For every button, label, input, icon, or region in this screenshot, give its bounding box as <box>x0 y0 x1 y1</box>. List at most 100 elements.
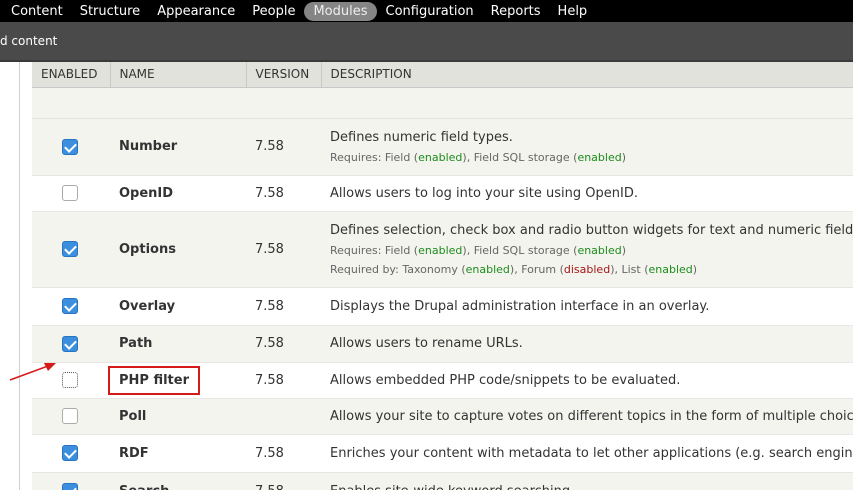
column-header-version[interactable]: VERSION <box>246 62 322 88</box>
module-version: 7.58 <box>246 434 321 473</box>
dependency-status: enabled <box>465 262 510 276</box>
highlighted-module-name: PHP filter <box>108 365 200 395</box>
annotation-arrow-icon <box>9 363 56 381</box>
modules-table: ENABLED NAME VERSION DESCRIPTION Number 7… <box>32 62 853 490</box>
menu-item-structure[interactable]: Structure <box>72 2 148 21</box>
name-cell: Overlay <box>110 287 246 326</box>
table-header-row: ENABLED NAME VERSION DESCRIPTION <box>32 62 853 88</box>
module-version: 7.58 <box>246 472 321 490</box>
column-header-description[interactable]: DESCRIPTION <box>321 62 853 88</box>
module-version: 7.58 <box>246 362 321 399</box>
modules-table-wrapper: ENABLED NAME VERSION DESCRIPTION Number 7… <box>32 62 853 490</box>
menu-item-appearance[interactable]: Appearance <box>149 2 243 21</box>
enable-checkbox-number[interactable] <box>62 138 78 155</box>
dependency-status: disabled <box>563 262 611 276</box>
dependency-name: Field <box>384 150 411 164</box>
name-cell: Poll <box>110 398 246 435</box>
dependency-status: enabled <box>648 262 693 276</box>
enable-checkbox-php-filter[interactable] <box>62 372 78 388</box>
shortcut-bar: d content <box>0 22 853 62</box>
description-cell: Displays the Drupal administration inter… <box>321 287 853 326</box>
name-cell: Path <box>110 325 246 363</box>
requires-line-label: Requires: <box>330 150 385 164</box>
menu-item-reports[interactable]: Reports <box>483 2 549 21</box>
module-version: 7.58 <box>246 118 321 176</box>
menu-item-configuration[interactable]: Configuration <box>378 2 482 21</box>
description-cell: Allows embedded PHP code/snippets to be … <box>321 362 853 399</box>
required-by-line: Required by: Taxonomy (enabled), Forum (… <box>330 262 698 276</box>
module-version: 7.58 <box>246 325 321 363</box>
module-name: RDF <box>119 445 149 461</box>
module-version: 7.58 <box>246 175 321 212</box>
requires-line: Requires: Field (enabled), Field SQL sto… <box>330 243 627 257</box>
module-row-path: Path 7.58 Allows users to rename URLs. <box>32 325 853 363</box>
description-cell: Allows your site to capture votes on dif… <box>321 398 853 435</box>
enable-checkbox-overlay[interactable] <box>62 298 78 314</box>
module-row-search: Search 7.58 Enables site-wide keyword sear… <box>32 472 853 490</box>
module-description: Allows users to log into your site using… <box>330 185 638 201</box>
module-description: Allows users to rename URLs. <box>330 336 523 351</box>
module-name: Path <box>119 336 153 351</box>
enabled-cell <box>32 118 110 176</box>
module-description: Allows embedded PHP code/snippets to be … <box>330 372 681 388</box>
dependency-name: Field SQL storage <box>473 243 570 257</box>
table-spacer-row <box>32 87 853 119</box>
module-name: OpenID <box>119 185 174 201</box>
module-row-rdf: RDF 7.58 Enriches your content with metada… <box>32 434 853 473</box>
module-name: Overlay <box>119 298 176 314</box>
requires-line: Requires: Field (enabled), Field SQL sto… <box>330 150 627 164</box>
module-name: Poll <box>119 408 147 424</box>
enable-checkbox-poll[interactable] <box>62 408 78 424</box>
module-description: Defines selection, check box and radio b… <box>330 222 853 238</box>
description-cell: Defines selection, check box and radio b… <box>321 211 853 288</box>
module-row-php-filter: PHP filter 7.58 Allows embedded PHP code/s… <box>32 362 853 399</box>
enable-checkbox-openid[interactable] <box>62 185 78 201</box>
shortcut-add-content[interactable]: d content <box>0 34 57 48</box>
enable-checkbox-options[interactable] <box>62 241 78 257</box>
dependency-name: List <box>621 262 641 276</box>
column-header-enabled[interactable]: ENABLED <box>32 62 111 88</box>
module-row-openid: OpenID 7.58 Allows users to log into your … <box>32 175 853 212</box>
description-cell: Defines numeric field types. Requires: Fi… <box>321 118 853 176</box>
admin-toolbar: Content Structure Appearance People Modules C… <box>0 0 853 22</box>
description-cell: Enriches your content with metadata to l… <box>321 434 853 473</box>
dependency-name: Field SQL storage <box>473 150 570 164</box>
name-cell: OpenID <box>110 175 246 212</box>
name-cell: Search <box>110 472 246 490</box>
module-row-poll: Poll Allows your site to capture votes on… <box>32 398 853 435</box>
enabled-cell <box>32 472 110 490</box>
description-cell: Allows users to log into your site using… <box>321 175 853 212</box>
name-cell: PHP filter <box>108 362 246 399</box>
enabled-cell <box>32 434 110 473</box>
module-description: Allows your site to capture votes on dif… <box>330 408 853 424</box>
menu-item-modules[interactable]: Modules <box>304 1 377 21</box>
module-name: Search <box>119 484 169 490</box>
enable-checkbox-path[interactable] <box>62 335 78 352</box>
module-description: Defines numeric field types. <box>330 129 513 145</box>
menu-item-help[interactable]: Help <box>550 2 596 21</box>
description-cell: Enables site-wide keyword searching. <box>321 472 853 490</box>
module-version: 7.58 <box>246 211 321 288</box>
dependency-status: enabled <box>418 243 463 257</box>
module-row-overlay: Overlay 7.58 Displays the Drupal administr… <box>32 287 853 326</box>
column-header-name[interactable]: NAME <box>110 62 247 88</box>
description-cell: Allows users to rename URLs. <box>321 325 853 363</box>
menu-item-content[interactable]: Content <box>3 2 71 21</box>
enable-checkbox-rdf[interactable] <box>62 445 78 461</box>
admin-menu: Content Structure Appearance People Modules C… <box>0 0 853 22</box>
enabled-cell <box>32 175 110 212</box>
left-gutter <box>0 62 20 490</box>
menu-item-people[interactable]: People <box>244 2 303 21</box>
module-row-options: Options 7.58 Defines selection, check box … <box>32 211 853 288</box>
dependency-status: enabled <box>577 243 622 257</box>
required-by-line-label: Required by: <box>330 262 403 276</box>
dependency-name: Taxonomy <box>402 262 458 276</box>
enable-checkbox-search[interactable] <box>62 483 78 490</box>
module-description: Enriches your content with metadata to l… <box>330 445 853 461</box>
dependency-name: Forum <box>521 262 557 276</box>
module-name: Options <box>119 241 176 257</box>
name-cell: RDF <box>110 434 246 473</box>
dependency-status: enabled <box>418 150 463 164</box>
module-description: Displays the Drupal administration inter… <box>330 298 710 314</box>
module-version: 7.58 <box>246 287 321 326</box>
